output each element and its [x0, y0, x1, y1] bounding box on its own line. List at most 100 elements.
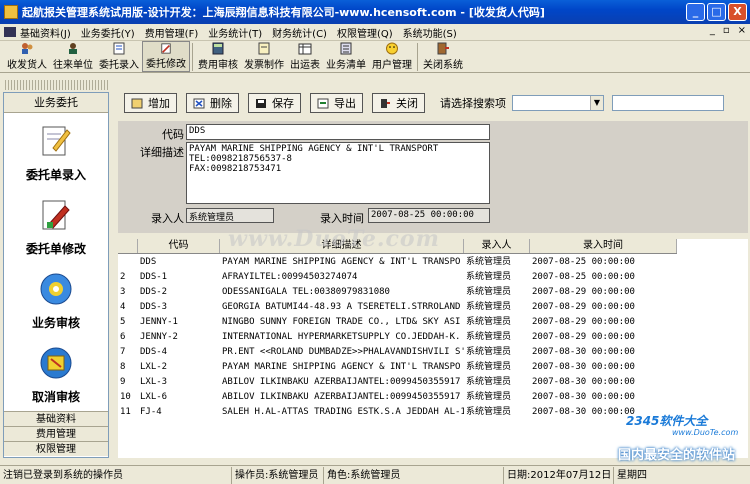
- table-row[interactable]: 6 JENNY-2 INTERNATIONAL HYPERMARKETSUPPLY …: [118, 330, 677, 344]
- row-entered-by[interactable]: 系统管理员: [464, 390, 530, 404]
- table-row[interactable]: 3 DDS-2 ODESSANIGALA TEL:00380979831080 系统管…: [118, 285, 677, 299]
- row-code[interactable]: DDS-4: [138, 345, 220, 359]
- close-form-button[interactable]: 关闭: [372, 93, 425, 113]
- row-entered-by[interactable]: 系统管理员: [464, 315, 530, 329]
- table-row[interactable]: 4 DDS-3 GEORGIA BATUMI44-48.93 A TSERETELI…: [118, 300, 677, 314]
- search-field-select[interactable]: ▼: [512, 95, 604, 111]
- row-entered-by[interactable]: 系统管理员: [464, 270, 530, 284]
- mdi-close-button[interactable]: ×: [738, 25, 746, 36]
- nav-order-entry[interactable]: 委托单录入: [4, 113, 108, 187]
- table-row[interactable]: 10 LXL-6 ABILOV ILKINBAKU AZERBAIJANTEL:00…: [118, 390, 677, 404]
- tb-user-mgmt[interactable]: 用户管理: [369, 41, 415, 72]
- row-entered-time[interactable]: 2007-08-29 00:00:00: [530, 330, 677, 344]
- row-description[interactable]: ABILOV ILKINBAKU AZERBAIJANTEL:009945035…: [220, 390, 464, 404]
- row-description[interactable]: SALEH H.AL-ATTAS TRADING ESTK.S.A JEDDAH…: [220, 405, 464, 419]
- search-input[interactable]: [612, 95, 724, 111]
- tb-shipping-table[interactable]: 出运表: [287, 41, 323, 72]
- row-code[interactable]: JENNY-2: [138, 330, 220, 344]
- row-entered-time[interactable]: 2007-08-29 00:00:00: [530, 300, 677, 314]
- export-button[interactable]: 导出: [310, 93, 363, 113]
- row-code[interactable]: LXL-2: [138, 360, 220, 374]
- row-code[interactable]: DDS-2: [138, 285, 220, 299]
- chevron-down-icon[interactable]: ▼: [590, 96, 603, 110]
- row-code[interactable]: DDS: [138, 255, 220, 269]
- row-description[interactable]: PAYAM MARINE SHIPPING AGENCY & INT'L TRA…: [220, 360, 464, 374]
- menu-business-stats[interactable]: 业务统计(T): [208, 25, 262, 40]
- tb-business-list[interactable]: 业务清单: [323, 41, 369, 72]
- row-entered-by[interactable]: 系统管理员: [464, 405, 530, 419]
- table-row[interactable]: 5 JENNY-1 NINGBO SUNNY FOREIGN TRADE CO., …: [118, 315, 677, 329]
- minimize-button[interactable]: _: [686, 3, 705, 21]
- row-code[interactable]: DDS-1: [138, 270, 220, 284]
- row-code[interactable]: FJ-4: [138, 405, 220, 419]
- mdi-restore-button[interactable]: ▫: [723, 25, 730, 36]
- tb-close-system[interactable]: 关闭系统: [420, 41, 466, 72]
- entered-by-field[interactable]: 系统管理员: [186, 208, 274, 223]
- grid-header-entered-by[interactable]: 录入人: [464, 239, 530, 253]
- row-code[interactable]: DDS-3: [138, 300, 220, 314]
- menu-basic-data[interactable]: 基础资料(J): [20, 25, 71, 40]
- row-entered-time[interactable]: 2007-08-25 00:00:00: [530, 255, 677, 269]
- row-code[interactable]: JENNY-1: [138, 315, 220, 329]
- mdi-minimize-button[interactable]: _: [710, 25, 715, 36]
- description-field[interactable]: PAYAM MARINE SHIPPING AGENCY & INT'L TRA…: [186, 142, 490, 204]
- nav-permission-mgmt[interactable]: 权限管理: [4, 441, 108, 456]
- row-entered-by[interactable]: 系统管理员: [464, 300, 530, 314]
- row-code[interactable]: LXL-6: [138, 390, 220, 404]
- nav-order-modify[interactable]: 委托单修改: [4, 187, 108, 261]
- nav-business-review[interactable]: 业务审核: [4, 261, 108, 335]
- table-row[interactable]: 9 LXL-3 ABILOV ILKINBAKU AZERBAIJANTEL:009…: [118, 375, 677, 389]
- close-button[interactable]: X: [728, 3, 747, 21]
- row-description[interactable]: INTERNATIONAL HYPERMARKETSUPPLY CO.JEDDA…: [220, 330, 464, 344]
- row-entered-time[interactable]: 2007-08-30 00:00:00: [530, 360, 677, 374]
- menu-permissions[interactable]: 权限管理(Q): [337, 25, 393, 40]
- tb-consignee[interactable]: 收发货人: [4, 41, 50, 72]
- menu-fees[interactable]: 费用管理(F): [145, 25, 199, 40]
- table-row[interactable]: 8 LXL-2 PAYAM MARINE SHIPPING AGENCY & INT…: [118, 360, 677, 374]
- row-entered-time[interactable]: 2007-08-30 00:00:00: [530, 390, 677, 404]
- nav-basic-data[interactable]: 基础资料: [4, 411, 108, 426]
- row-description[interactable]: PAYAM MARINE SHIPPING AGENCY & INT'L TRA…: [220, 255, 464, 269]
- entered-time-field[interactable]: 2007-08-25 00:00:00: [368, 208, 490, 223]
- row-description[interactable]: GEORGIA BATUMI44-48.93 A TSERETELI.STRRO…: [220, 300, 464, 314]
- table-row[interactable]: DDS PAYAM MARINE SHIPPING AGENCY & INT'L …: [118, 255, 677, 269]
- table-row[interactable]: 11 FJ-4 SALEH H.AL-ATTAS TRADING ESTK.S.A …: [118, 405, 677, 419]
- tb-partner[interactable]: 往来单位: [50, 41, 96, 72]
- row-entered-by[interactable]: 系统管理员: [464, 375, 530, 389]
- nav-fee-mgmt[interactable]: 费用管理: [4, 426, 108, 441]
- grid-header-code[interactable]: 代码: [138, 239, 220, 253]
- row-description[interactable]: NINGBO SUNNY FOREIGN TRADE CO., LTD& SKY…: [220, 315, 464, 329]
- menu-finance-stats[interactable]: 财务统计(C): [272, 25, 327, 40]
- row-entered-time[interactable]: 2007-08-30 00:00:00: [530, 345, 677, 359]
- row-entered-time[interactable]: 2007-08-25 00:00:00: [530, 270, 677, 284]
- row-entered-time[interactable]: 2007-08-30 00:00:00: [530, 375, 677, 389]
- row-entered-by[interactable]: 系统管理员: [464, 330, 530, 344]
- tb-modify[interactable]: 委托修改: [142, 41, 190, 72]
- row-entered-by[interactable]: 系统管理员: [464, 285, 530, 299]
- menu-business[interactable]: 业务委托(Y): [81, 25, 135, 40]
- add-button[interactable]: 增加: [124, 93, 177, 113]
- row-description[interactable]: ABILOV ILKINBAKU AZERBAIJANTEL:009945035…: [220, 375, 464, 389]
- tb-fee-review[interactable]: 费用审核: [195, 41, 241, 72]
- tb-invoice[interactable]: 发票制作: [241, 41, 287, 72]
- left-panel-header[interactable]: 业务委托: [4, 93, 108, 113]
- grid-header-entered-time[interactable]: 录入时间: [530, 239, 677, 253]
- row-entered-time[interactable]: 2007-08-29 00:00:00: [530, 315, 677, 329]
- row-code[interactable]: LXL-3: [138, 375, 220, 389]
- tb-entry[interactable]: 委托录入: [96, 41, 142, 72]
- save-button[interactable]: 保存: [248, 93, 301, 113]
- row-description[interactable]: PR.ENT <<ROLAND DUMBADZE>>PHALAVANDISHVI…: [220, 345, 464, 359]
- delete-button[interactable]: 删除: [186, 93, 239, 113]
- menu-system[interactable]: 系统功能(S): [403, 25, 457, 40]
- row-description[interactable]: ODESSANIGALA TEL:00380979831080: [220, 285, 464, 299]
- code-field[interactable]: DDS: [186, 124, 490, 140]
- row-entered-by[interactable]: 系统管理员: [464, 345, 530, 359]
- row-description[interactable]: AFRAYILTEL:00994503274074: [220, 270, 464, 284]
- table-row[interactable]: 2 DDS-1 AFRAYILTEL:00994503274074 系统管理员 2007…: [118, 270, 677, 284]
- row-entered-by[interactable]: 系统管理员: [464, 255, 530, 269]
- table-row[interactable]: 7 DDS-4 PR.ENT <<ROLAND DUMBADZE>>PHALAVAN…: [118, 345, 677, 359]
- row-entered-by[interactable]: 系统管理员: [464, 360, 530, 374]
- nav-cancel-review[interactable]: 取消审核: [4, 335, 108, 409]
- maximize-button[interactable]: □: [707, 3, 726, 21]
- row-entered-time[interactable]: 2007-08-29 00:00:00: [530, 285, 677, 299]
